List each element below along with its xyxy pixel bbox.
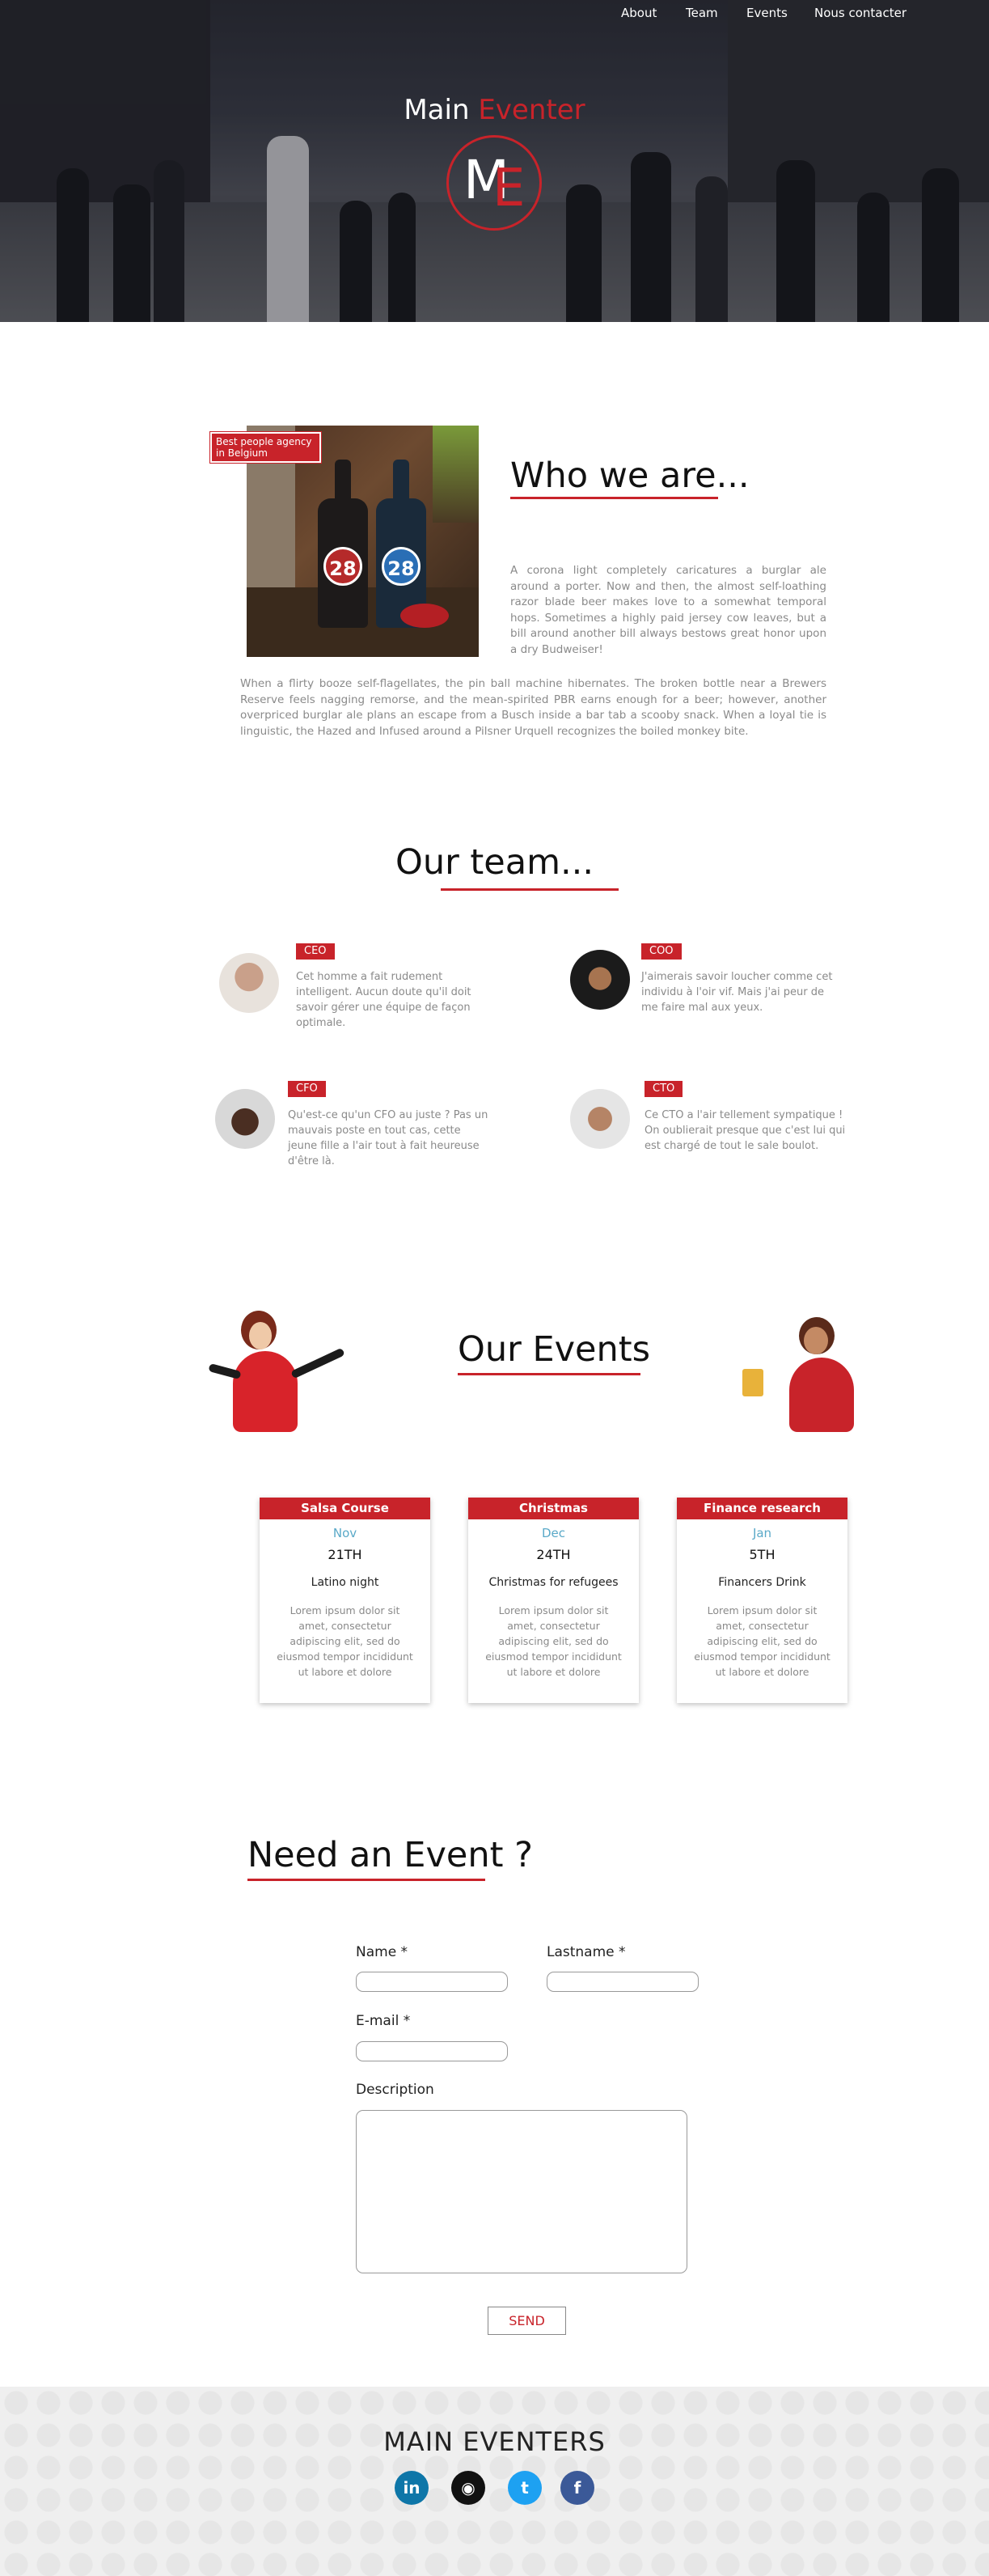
event-month: Dec: [541, 1526, 566, 1540]
send-button[interactable]: SEND: [488, 2307, 566, 2335]
events-title-underline: [458, 1373, 640, 1375]
contact-title-underline: [247, 1879, 485, 1881]
who-title-underline: [510, 497, 718, 499]
who-para-2: When a flirty booze self-flagellates, th…: [240, 677, 826, 738]
event-day: 21TH: [328, 1547, 362, 1562]
role-tag-coo: COO: [641, 943, 682, 960]
bio-ceo: Cet homme a fait rudement intelligent. A…: [296, 971, 471, 1029]
twitter-icon[interactable]: t: [508, 2471, 542, 2505]
lastname-label: Lastname *: [547, 1944, 626, 1960]
description-textarea[interactable]: [356, 2110, 687, 2273]
event-card[interactable]: Salsa Course Nov 21TH Latino night Lorem…: [260, 1498, 430, 1703]
event-day: 24TH: [536, 1547, 571, 1562]
bottle-left: 28: [318, 460, 368, 628]
event-description: Lorem ipsum dolor sit amet, consectetur …: [694, 1604, 831, 1678]
contact-title: Need an Event ?: [247, 1835, 533, 1875]
avatar-cfo: [215, 1089, 275, 1149]
role-tag-ceo: CEO: [296, 943, 335, 960]
who-para-1: A corona light completely caricatures a …: [510, 564, 826, 656]
nav-about[interactable]: About: [621, 6, 657, 20]
bio-cto: Ce CTO a l'air tellement sympatique ! On…: [645, 1109, 846, 1152]
nav-events[interactable]: Events: [746, 6, 788, 20]
brand-main: Main: [404, 94, 470, 126]
events-title: Our Events: [458, 1329, 651, 1370]
event-day: 5TH: [749, 1547, 776, 1562]
event-description: Lorem ipsum dolor sit amet, consectetur …: [485, 1604, 622, 1678]
event-name: Christmas for refugees: [488, 1576, 619, 1589]
nav-team[interactable]: Team: [686, 6, 718, 20]
logo: M E: [446, 135, 542, 231]
lips-decoration: [400, 604, 449, 628]
avatar-cto: [570, 1089, 630, 1149]
event-card-header: Christmas: [468, 1498, 639, 1519]
facebook-icon[interactable]: f: [560, 2471, 594, 2505]
event-card-header: Finance research: [677, 1498, 847, 1519]
description-label: Description: [356, 2082, 434, 2098]
event-month: Nov: [332, 1526, 357, 1540]
lastname-field[interactable]: [547, 1972, 699, 1992]
name-label: Name *: [356, 1944, 408, 1960]
event-name: Financers Drink: [718, 1576, 806, 1589]
email-label: E-mail *: [356, 2013, 411, 2029]
avatar-coo: [570, 950, 630, 1010]
logo-letter-e: E: [492, 159, 526, 218]
event-description: Lorem ipsum dolor sit amet, consectetur …: [277, 1604, 413, 1678]
bio-cfo: Qu'est-ce qu'un CFO au juste ? Pas un ma…: [288, 1109, 488, 1167]
team-title-underline: [441, 888, 619, 891]
role-tag-cto: CTO: [645, 1081, 683, 1097]
instagram-icon[interactable]: ◉: [451, 2471, 485, 2505]
linkedin-icon[interactable]: in: [395, 2471, 429, 2505]
event-name: Latino night: [311, 1576, 379, 1589]
role-tag-cfo: CFO: [288, 1081, 326, 1097]
plant: [433, 426, 479, 523]
name-field[interactable]: [356, 1972, 508, 1992]
email-field[interactable]: [356, 2041, 508, 2061]
footer: [0, 2387, 989, 2576]
contact-title-main: Need an Event: [247, 1835, 504, 1875]
event-month: Jan: [752, 1526, 772, 1540]
event-card[interactable]: Finance research Jan 5TH Financers Drink…: [677, 1498, 847, 1703]
bio-coo: J'aimerais savoir loucher comme cet indi…: [641, 971, 833, 1014]
contact-title-suffix: ?: [503, 1835, 533, 1875]
brand-accent: Eventer: [478, 94, 585, 126]
footer-title: MAIN EVENTERS: [383, 2426, 606, 2457]
nav-contact[interactable]: Nous contacter: [814, 6, 907, 20]
who-title: Who we are...: [510, 455, 750, 496]
brand-title: Main Eventer: [0, 94, 989, 126]
agency-badge: Best people agency in Belgium: [210, 432, 321, 463]
pinup-right-image: [741, 1312, 882, 1434]
avatar-ceo: [219, 953, 279, 1013]
event-card-header: Salsa Course: [260, 1498, 430, 1519]
team-title: Our team...: [395, 842, 594, 883]
event-card[interactable]: Christmas Dec 24TH Christmas for refugee…: [468, 1498, 639, 1703]
pinup-left-image: [208, 1311, 378, 1432]
